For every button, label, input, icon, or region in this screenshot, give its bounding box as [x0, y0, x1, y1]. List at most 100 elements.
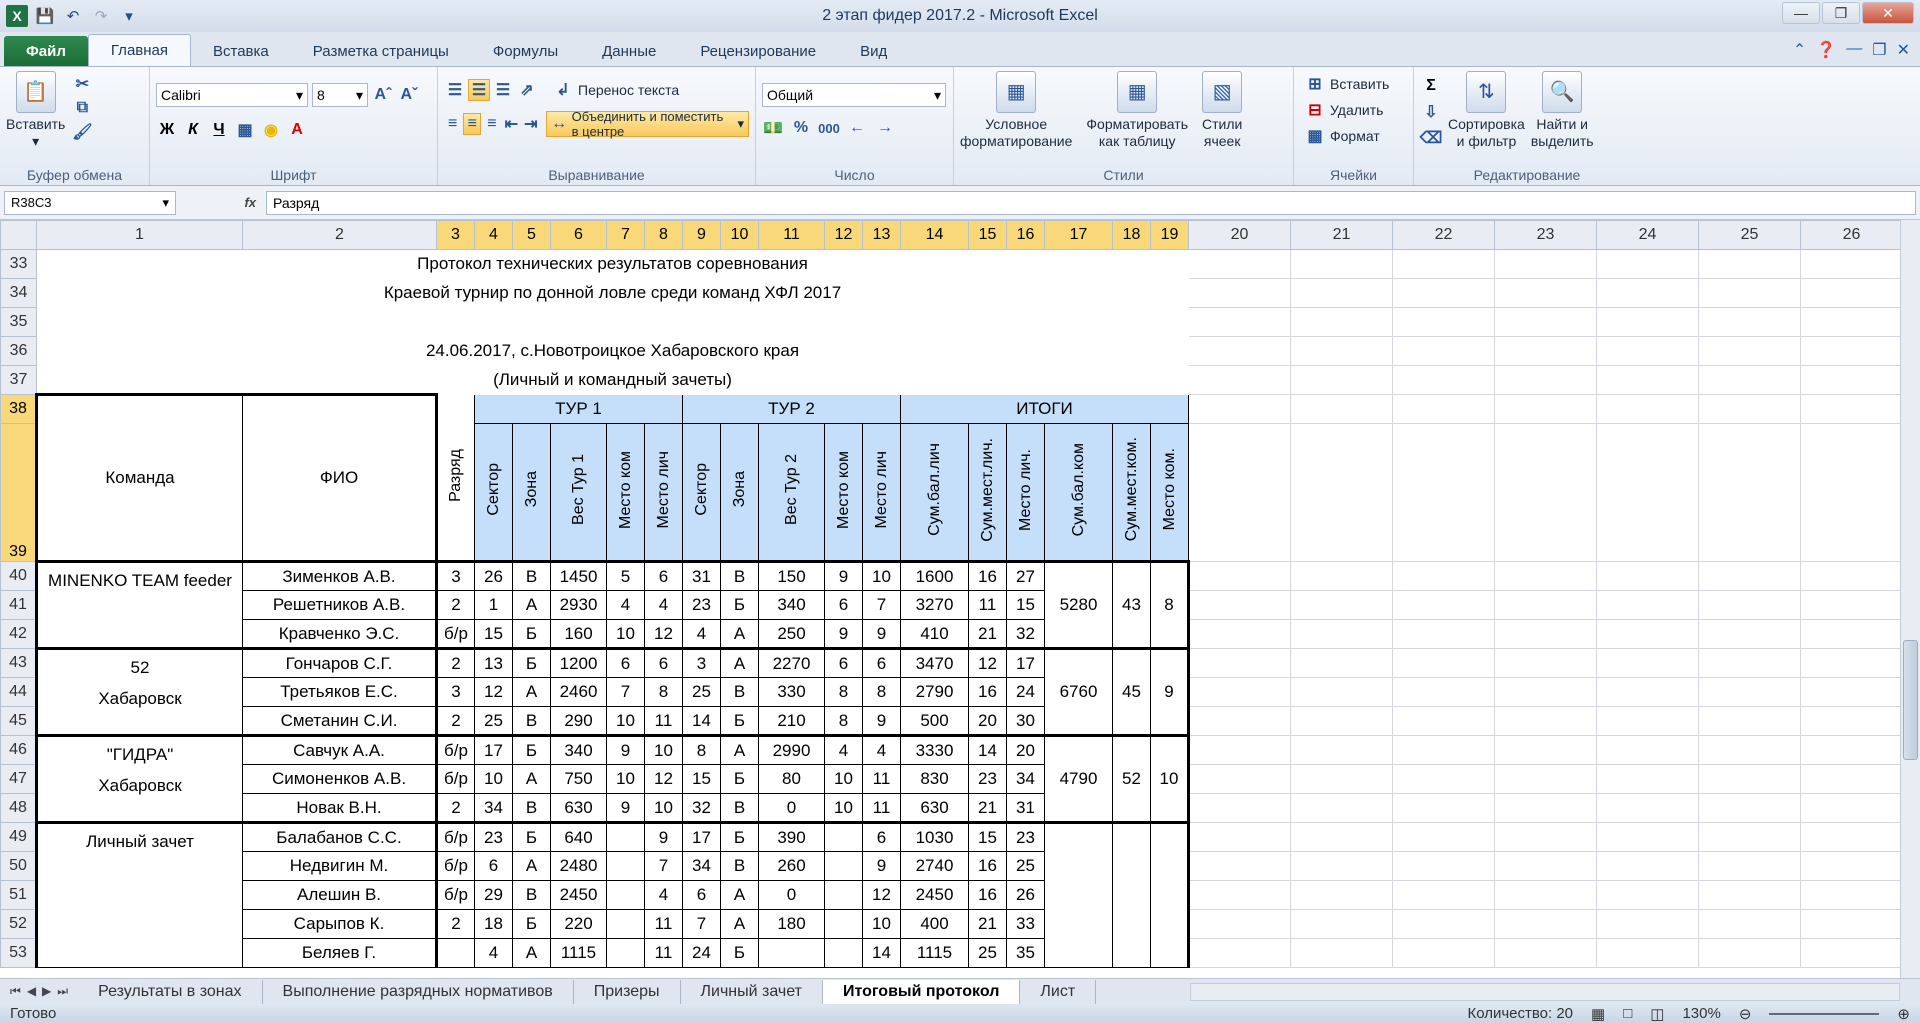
row-header[interactable]: 53: [0, 938, 37, 968]
value-cell[interactable]: 3470: [900, 647, 969, 678]
value-cell[interactable]: В: [512, 560, 551, 591]
row-header[interactable]: 36: [0, 336, 37, 366]
page-break-icon[interactable]: ◫: [1650, 1005, 1664, 1023]
cell[interactable]: [1290, 365, 1393, 395]
cell[interactable]: [1698, 706, 1801, 736]
value-cell[interactable]: 2: [435, 706, 475, 736]
column-header[interactable]: 12: [824, 220, 863, 250]
header-sector[interactable]: Сектор: [474, 423, 513, 562]
value-cell[interactable]: А: [512, 764, 551, 794]
cell[interactable]: [1698, 561, 1801, 591]
value-cell[interactable]: 8: [824, 706, 863, 736]
minimize-button[interactable]: —: [1782, 2, 1820, 24]
value-cell[interactable]: 26: [474, 560, 513, 591]
redo-icon[interactable]: ↷: [90, 5, 112, 27]
last-sheet-icon[interactable]: ⏭: [57, 984, 68, 999]
value-cell[interactable]: 12: [862, 880, 901, 910]
column-header[interactable]: 21: [1290, 220, 1393, 250]
team-points-cell[interactable]: [1044, 821, 1113, 968]
cell[interactable]: [1494, 561, 1597, 591]
header-tour2[interactable]: ТУР 2: [682, 394, 901, 424]
fio-cell[interactable]: Симоненков А.В.: [242, 764, 437, 794]
cell[interactable]: [1800, 619, 1903, 649]
header-place-pers[interactable]: Место лич: [862, 423, 901, 562]
tab-data[interactable]: Данные: [580, 36, 678, 66]
value-cell[interactable]: 4: [862, 734, 901, 765]
value-cell[interactable]: 1200: [550, 647, 607, 678]
column-header[interactable]: 26: [1800, 220, 1903, 250]
value-cell[interactable]: 11: [862, 764, 901, 794]
cell[interactable]: [1800, 307, 1903, 337]
cell[interactable]: [1188, 561, 1291, 591]
cell[interactable]: [1596, 793, 1699, 823]
value-cell[interactable]: [824, 880, 863, 910]
header-weight1[interactable]: Вес Тур 1: [550, 423, 607, 562]
value-cell[interactable]: 29: [474, 880, 513, 910]
cell[interactable]: [1698, 851, 1801, 881]
value-cell[interactable]: 24: [1006, 677, 1045, 707]
select-all-corner[interactable]: [0, 220, 37, 250]
value-cell[interactable]: 14: [968, 734, 1007, 765]
cell[interactable]: [1800, 423, 1903, 562]
column-header[interactable]: 15: [968, 220, 1007, 250]
cell[interactable]: [1494, 706, 1597, 736]
header-rank[interactable]: Разряд: [435, 394, 475, 562]
value-cell[interactable]: 0: [758, 880, 825, 910]
value-cell[interactable]: 2990: [758, 734, 825, 765]
value-cell[interactable]: 340: [758, 590, 825, 620]
cell[interactable]: [1596, 619, 1699, 649]
restore-button[interactable]: ❐: [1822, 2, 1860, 24]
cell[interactable]: [1392, 423, 1495, 562]
value-cell[interactable]: 4: [824, 734, 863, 765]
value-cell[interactable]: 2930: [550, 590, 607, 620]
cell[interactable]: [1392, 561, 1495, 591]
value-cell[interactable]: [824, 821, 863, 852]
close-button[interactable]: ✕: [1862, 2, 1914, 24]
cell[interactable]: [1596, 561, 1699, 591]
italic-button[interactable]: К: [182, 119, 204, 141]
cell[interactable]: [1596, 423, 1699, 562]
column-header[interactable]: 17: [1044, 220, 1113, 250]
cell[interactable]: [1494, 793, 1597, 823]
cell[interactable]: [1494, 677, 1597, 707]
value-cell[interactable]: 21: [968, 793, 1007, 823]
value-cell[interactable]: 220: [550, 909, 607, 939]
tab-page-layout[interactable]: Разметка страницы: [291, 36, 471, 66]
value-cell[interactable]: 25: [1006, 851, 1045, 881]
value-cell[interactable]: 12: [644, 619, 683, 649]
value-cell[interactable]: В: [512, 793, 551, 823]
cell[interactable]: [1290, 677, 1393, 707]
team-name-cell[interactable]: "ГИДРА" Хабаровск: [35, 734, 243, 823]
value-cell[interactable]: 20: [968, 706, 1007, 736]
cell[interactable]: [1188, 735, 1291, 765]
value-cell[interactable]: 26: [1006, 880, 1045, 910]
header-fio[interactable]: ФИО: [242, 393, 437, 562]
cell[interactable]: [1698, 619, 1801, 649]
value-cell[interactable]: 31: [682, 560, 721, 591]
cell[interactable]: [1698, 648, 1801, 678]
value-cell[interactable]: 3330: [900, 734, 969, 765]
cell[interactable]: [1596, 394, 1699, 424]
header-place-team[interactable]: Место ком: [606, 423, 645, 562]
header-team-places[interactable]: Сум.мест.ком.: [1112, 423, 1151, 562]
cell[interactable]: [1392, 880, 1495, 910]
cell[interactable]: [1188, 909, 1291, 939]
column-header[interactable]: 16: [1006, 220, 1045, 250]
team-name-cell[interactable]: MINENKO TEAM feeder: [35, 560, 243, 649]
cell[interactable]: [1494, 278, 1597, 308]
cell[interactable]: [1188, 938, 1291, 968]
borders-icon[interactable]: ▦: [234, 119, 256, 141]
tab-home[interactable]: Главная: [87, 34, 191, 66]
value-cell[interactable]: 2790: [900, 677, 969, 707]
header-totals[interactable]: ИТОГИ: [900, 394, 1189, 424]
cell[interactable]: [1188, 619, 1291, 649]
value-cell[interactable]: 35: [1006, 938, 1045, 968]
value-cell[interactable]: 23: [1006, 821, 1045, 852]
value-cell[interactable]: 34: [1006, 764, 1045, 794]
value-cell[interactable]: 2: [435, 647, 475, 678]
zoom-level[interactable]: 130%: [1682, 1005, 1720, 1022]
increase-decimal-icon[interactable]: ←: [846, 117, 868, 139]
value-cell[interactable]: 6: [644, 647, 683, 678]
cell[interactable]: [1290, 561, 1393, 591]
cell[interactable]: [1188, 706, 1291, 736]
